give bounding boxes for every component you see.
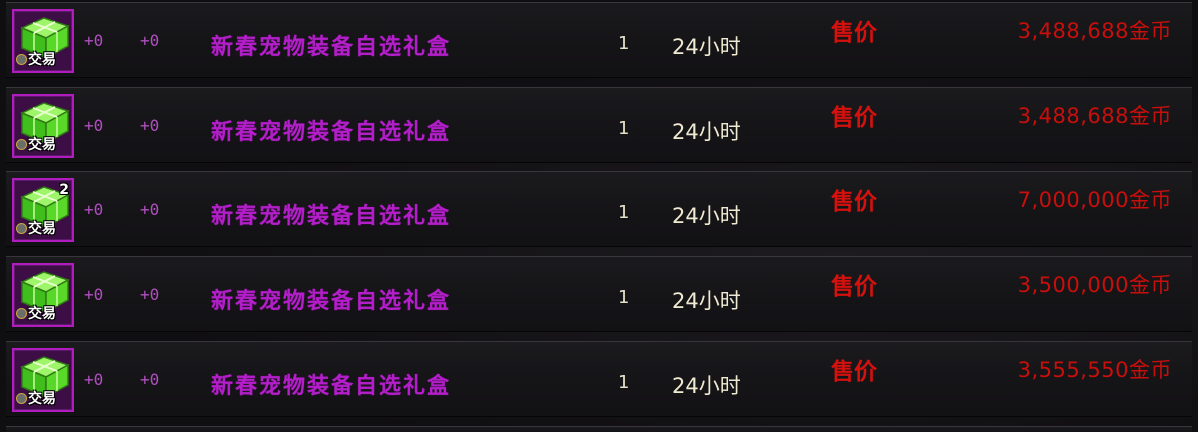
enhance-level: +0 xyxy=(140,116,160,135)
item-quantity: 1 xyxy=(618,202,630,223)
upgrade-level: +0 xyxy=(84,200,104,219)
price-value: 3,488,688金币 xyxy=(1017,104,1172,128)
upgrade-level: +0 xyxy=(84,116,104,135)
listing-row[interactable]: 交易 +0 +0 新春宠物装备自选礼盒 1 24小时 售价 3,555,550金… xyxy=(6,341,1192,417)
item-icon-slot[interactable]: 2 交易 xyxy=(12,178,74,242)
price-value: 7,000,000金币 xyxy=(1017,188,1172,212)
trade-label: 交易 xyxy=(28,52,56,68)
item-name: 新春宠物装备自选礼盒 xyxy=(211,374,452,399)
listing-row[interactable]: 交易 +0 +0 新春宠物装备自选礼盒 1 24小时 售价 3,500,000金… xyxy=(6,256,1192,332)
item-icon-slot[interactable]: 交易 xyxy=(12,263,74,327)
listing-row-partial[interactable] xyxy=(6,426,1192,432)
item-quantity: 1 xyxy=(618,287,630,308)
item-quantity: 1 xyxy=(618,372,630,393)
price-label: 售价 xyxy=(831,189,877,215)
trade-badge: 交易 xyxy=(16,388,56,408)
trade-coin-icon xyxy=(16,53,27,65)
price-label: 售价 xyxy=(831,359,877,385)
upgrade-level: +0 xyxy=(84,370,104,389)
item-name: 新春宠物装备自选礼盒 xyxy=(211,120,452,145)
upgrade-level: +0 xyxy=(84,31,104,50)
listing-row[interactable]: 交易 +0 +0 新春宠物装备自选礼盒 1 24小时 售价 3,488,688金… xyxy=(6,2,1192,78)
item-icon-slot[interactable]: 交易 xyxy=(12,9,74,73)
upgrade-level: +0 xyxy=(84,285,104,304)
enhance-level: +0 xyxy=(140,200,160,219)
listing-duration: 24小时 xyxy=(672,120,741,144)
enhance-level: +0 xyxy=(140,285,160,304)
stack-count: 2 xyxy=(59,182,69,198)
price-label: 售价 xyxy=(831,274,877,300)
item-name: 新春宠物装备自选礼盒 xyxy=(211,289,452,314)
trade-coin-icon xyxy=(16,392,27,404)
trade-label: 交易 xyxy=(28,391,56,407)
listing-duration: 24小时 xyxy=(672,204,741,228)
item-name: 新春宠物装备自选礼盒 xyxy=(211,204,452,229)
listing-duration: 24小时 xyxy=(672,35,741,59)
trade-badge: 交易 xyxy=(16,49,56,69)
trade-badge: 交易 xyxy=(16,303,56,323)
item-name: 新春宠物装备自选礼盒 xyxy=(211,35,452,60)
listing-duration: 24小时 xyxy=(672,374,741,398)
item-icon-slot[interactable]: 交易 xyxy=(12,348,74,412)
price-value: 3,500,000金币 xyxy=(1017,273,1172,297)
price-value: 3,488,688金币 xyxy=(1017,19,1172,43)
price-label: 售价 xyxy=(831,105,877,131)
enhance-level: +0 xyxy=(140,31,160,50)
trade-badge: 交易 xyxy=(16,218,56,238)
listing-row[interactable]: 2 交易 +0 +0 新春宠物装备自选礼盒 1 24小时 售价 7,000,00… xyxy=(6,171,1192,247)
trade-badge: 交易 xyxy=(16,134,56,154)
listing-duration: 24小时 xyxy=(672,289,741,313)
trade-coin-icon xyxy=(16,307,27,319)
price-label: 售价 xyxy=(831,20,877,46)
auction-listing: 交易 +0 +0 新春宠物装备自选礼盒 1 24小时 售价 3,488,688金… xyxy=(0,0,1198,432)
trade-label: 交易 xyxy=(28,306,56,322)
trade-label: 交易 xyxy=(28,137,56,153)
listing-row[interactable]: 交易 +0 +0 新春宠物装备自选礼盒 1 24小时 售价 3,488,688金… xyxy=(6,87,1192,163)
price-value: 3,555,550金币 xyxy=(1017,358,1172,382)
item-quantity: 1 xyxy=(618,33,630,54)
item-quantity: 1 xyxy=(618,118,630,139)
trade-label: 交易 xyxy=(28,221,56,237)
item-icon-slot[interactable]: 交易 xyxy=(12,94,74,158)
enhance-level: +0 xyxy=(140,370,160,389)
trade-coin-icon xyxy=(16,222,27,234)
trade-coin-icon xyxy=(16,138,27,150)
